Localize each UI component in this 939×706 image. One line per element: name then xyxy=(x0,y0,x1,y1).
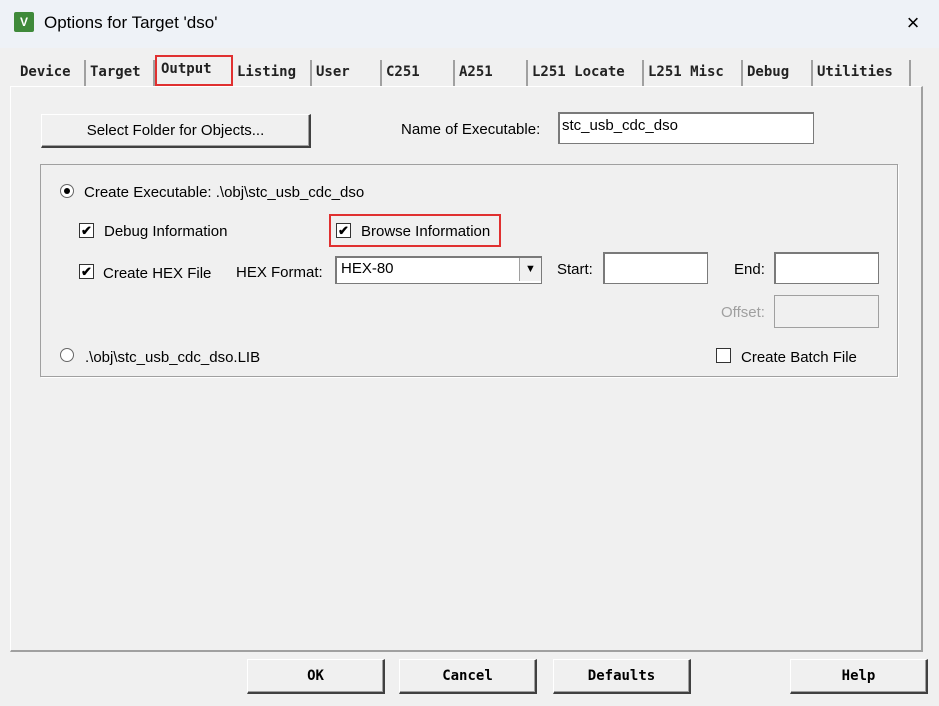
tab-c251[interactable]: C251 xyxy=(382,60,455,86)
tab-debug[interactable]: Debug xyxy=(743,60,813,86)
app-icon: V xyxy=(14,12,34,32)
browse-info-label: Browse Information xyxy=(361,223,491,240)
name-of-executable-input[interactable]: stc_usb_cdc_dso xyxy=(558,112,814,144)
tab-target[interactable]: Target xyxy=(86,60,155,86)
batch-file-checkbox[interactable] xyxy=(716,348,731,363)
tab-listing[interactable]: Listing xyxy=(233,60,312,86)
window-title: Options for Target 'dso' xyxy=(44,13,218,32)
tab-utilities[interactable]: Utilities xyxy=(813,60,911,86)
debug-info-label: Debug Information xyxy=(104,223,228,240)
tab-output[interactable]: Output xyxy=(155,55,233,86)
library-label: .\obj\stc_usb_cdc_dso.LIB xyxy=(85,349,261,366)
tab-a251[interactable]: A251 xyxy=(455,60,528,86)
close-icon[interactable]: × xyxy=(895,6,931,40)
library-radio[interactable] xyxy=(60,348,74,362)
ok-button[interactable]: OK xyxy=(247,659,385,694)
tab-l251-misc[interactable]: L251 Misc xyxy=(644,60,743,86)
debug-info-checkbox[interactable]: ✔ xyxy=(79,223,94,238)
batch-file-label: Create Batch File xyxy=(741,349,857,366)
create-hex-checkbox[interactable]: ✔ xyxy=(79,264,94,279)
hex-format-label: HEX Format: xyxy=(236,264,323,281)
tab-user[interactable]: User xyxy=(312,60,382,86)
end-label: End: xyxy=(734,261,765,278)
defaults-button[interactable]: Defaults xyxy=(553,659,691,694)
offset-label: Offset: xyxy=(721,304,765,321)
hex-format-value: HEX-80 xyxy=(341,260,394,277)
start-label: Start: xyxy=(557,261,593,278)
tab-device[interactable]: Device xyxy=(16,60,86,86)
select-folder-button[interactable]: Select Folder for Objects... xyxy=(41,114,311,148)
create-executable-label: Create Executable: .\obj\stc_usb_cdc_dso xyxy=(84,184,365,201)
chevron-down-icon[interactable]: ▼ xyxy=(519,258,541,281)
start-input[interactable] xyxy=(603,252,708,284)
create-executable-radio[interactable] xyxy=(60,184,74,198)
cancel-button[interactable]: Cancel xyxy=(399,659,537,694)
hex-format-select[interactable]: HEX-80 ▼ xyxy=(335,256,542,284)
help-button[interactable]: Help xyxy=(790,659,928,694)
offset-input xyxy=(774,295,879,328)
name-of-executable-label: Name of Executable: xyxy=(401,121,541,138)
create-hex-label: Create HEX File xyxy=(103,265,212,282)
end-input[interactable] xyxy=(774,252,879,284)
browse-info-checkbox[interactable]: ✔ xyxy=(336,223,351,238)
tab-l251-locate[interactable]: L251 Locate xyxy=(528,60,644,86)
